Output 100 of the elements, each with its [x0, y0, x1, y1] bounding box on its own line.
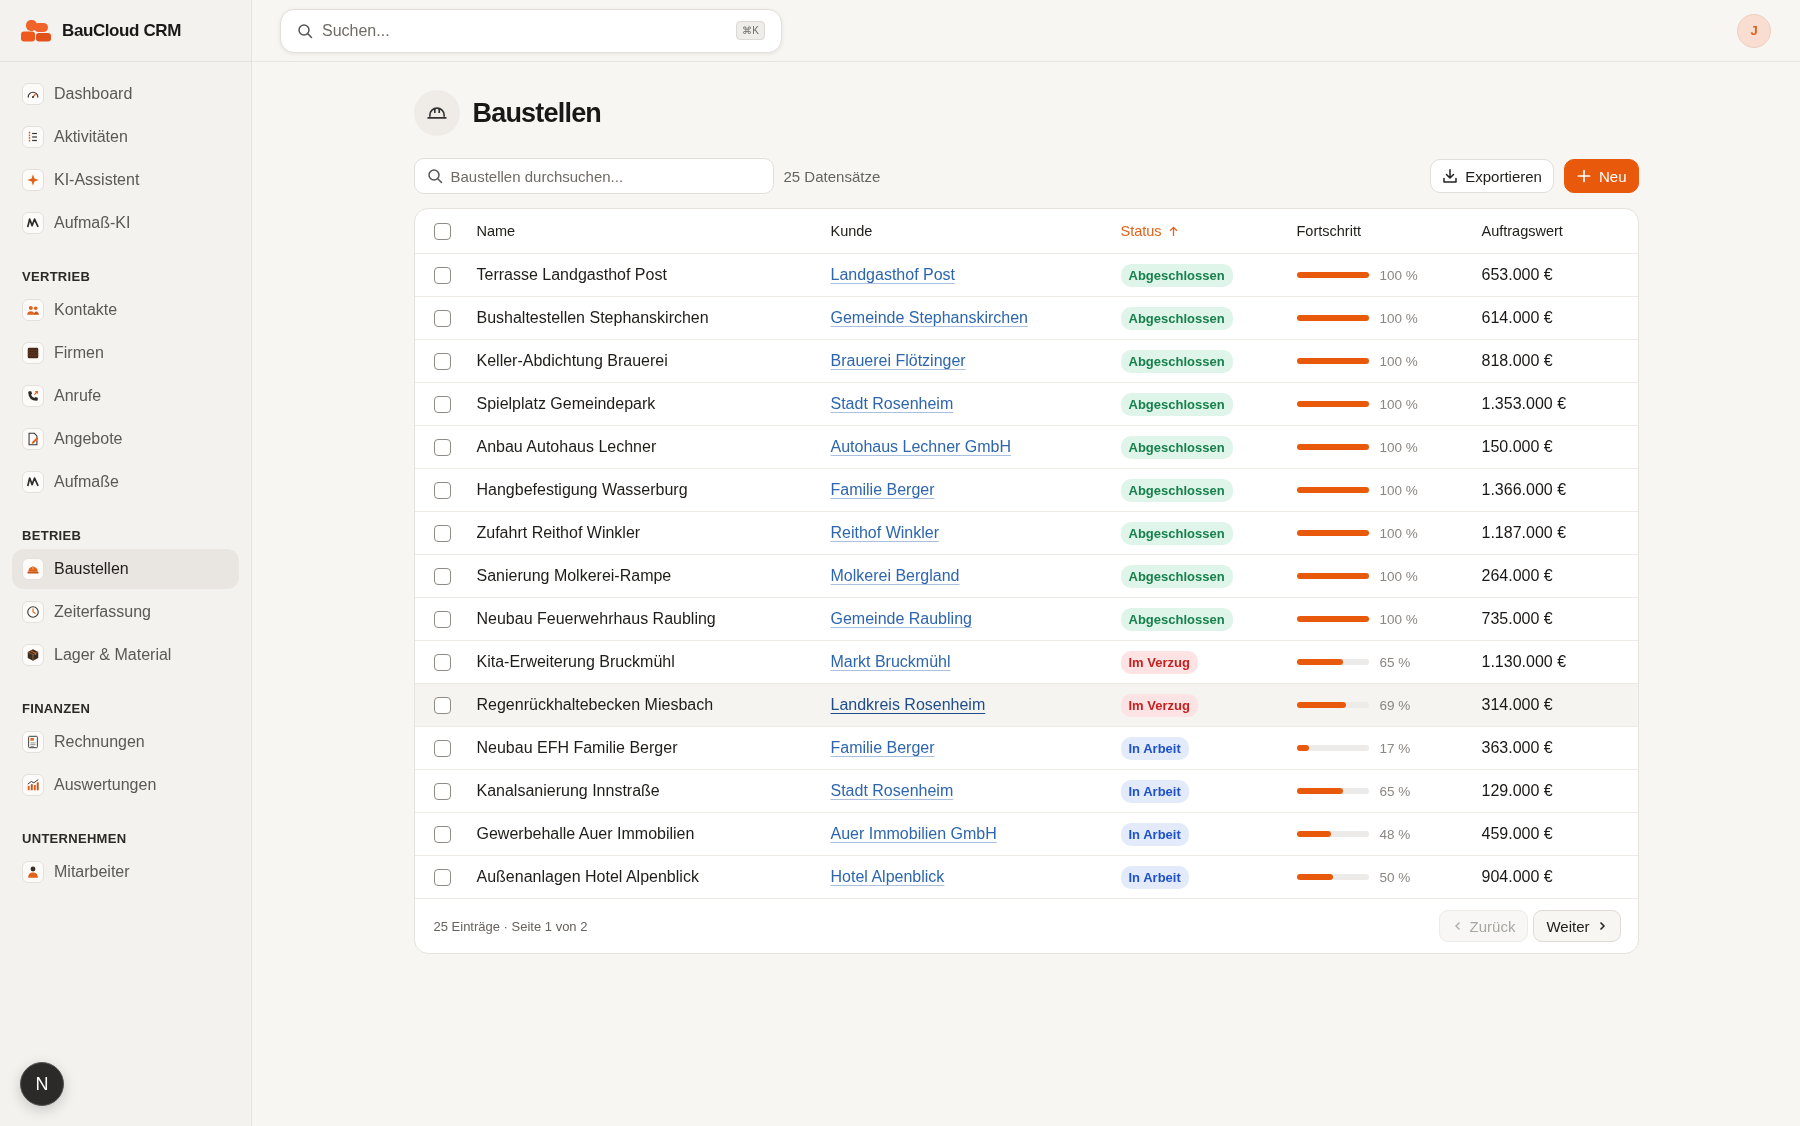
- checkbox[interactable]: [433, 524, 451, 542]
- order-value: 459.000 €: [1481, 825, 1553, 843]
- checkbox[interactable]: [433, 438, 451, 456]
- column-header[interactable]: Fortschritt: [1296, 223, 1361, 239]
- column-header[interactable]: Status: [1120, 223, 1179, 239]
- zigzag-icon: [22, 471, 44, 493]
- customer-link[interactable]: Stadt Rosenheim: [830, 395, 954, 413]
- project-name: Terrasse Landgasthof Post: [476, 266, 667, 284]
- zigzag-icon: [22, 212, 44, 234]
- sidebar-item[interactable]: Auswertungen: [12, 765, 239, 805]
- checkbox[interactable]: [433, 868, 451, 886]
- table-row[interactable]: Zufahrt Reithof Winkler Reithof Winkler Abgeschlossen 100 % 1.187.000 €: [414, 511, 1638, 554]
- checkbox[interactable]: [433, 395, 451, 413]
- order-value: 735.000 €: [1481, 610, 1553, 628]
- customer-link[interactable]: Gemeinde Raubling: [830, 610, 972, 628]
- export-button[interactable]: Exportieren: [1430, 159, 1554, 193]
- customer-link[interactable]: Familie Berger: [830, 739, 935, 757]
- table-row[interactable]: Spielplatz Gemeindepark Stadt Rosenheim Abgeschlossen 100 % 1.353.000 €: [414, 382, 1638, 425]
- table-row[interactable]: Außenanlagen Hotel Alpenblick Hotel Alpenblick In Arbeit 50 % 904.000 €: [414, 855, 1638, 898]
- checkbox[interactable]: [433, 825, 451, 843]
- sidebar-item[interactable]: Dashboard: [12, 74, 239, 114]
- sidebar-item[interactable]: Angebote: [12, 419, 239, 459]
- section-heading: BETRIEB: [21, 527, 82, 545]
- sidebar-item[interactable]: KI-Assistent: [12, 160, 239, 200]
- order-value: 363.000 €: [1481, 739, 1553, 757]
- document-edit-icon: [22, 428, 44, 450]
- sidebar-item[interactable]: Kontakte: [12, 290, 239, 330]
- checkbox[interactable]: [433, 653, 451, 671]
- table-row[interactable]: Neubau EFH Familie Berger Familie Berger In Arbeit 17 % 363.000 €: [414, 726, 1638, 769]
- status-badge: Abgeschlossen: [1120, 521, 1233, 545]
- sidebar-item[interactable]: Firmen: [12, 333, 239, 373]
- customer-link[interactable]: Gemeinde Stephanskirchen: [830, 309, 1028, 327]
- checkbox[interactable]: [433, 352, 451, 370]
- sidebar-item[interactable]: Anrufe: [12, 376, 239, 416]
- customer-link[interactable]: Brauerei Flötzinger: [830, 352, 966, 370]
- arrow-up-icon: [1167, 225, 1179, 237]
- checkbox[interactable]: [433, 266, 451, 284]
- sidebar-item[interactable]: Rechnungen: [12, 722, 239, 762]
- table-row[interactable]: Sanierung Molkerei-Rampe Molkerei Bergland Abgeschlossen 100 % 264.000 €: [414, 554, 1638, 597]
- sidebar-item[interactable]: Lager & Material: [12, 635, 239, 675]
- table-row[interactable]: Kanalsanierung Innstraße Stadt Rosenheim In Arbeit 65 % 129.000 €: [414, 769, 1638, 812]
- table-row[interactable]: Terrasse Landgasthof Post Landgasthof Post Abgeschlossen 100 % 653.000 €: [414, 253, 1638, 296]
- table-row[interactable]: Keller-Abdichtung Brauerei Brauerei Flötzinger Abgeschlossen 100 % 818.000 €: [414, 339, 1638, 382]
- dev-tools-button[interactable]: N: [20, 1062, 64, 1106]
- brand-name: BauCloud CRM: [62, 20, 181, 41]
- checkbox[interactable]: [433, 309, 451, 327]
- bar-chart-icon: [22, 774, 44, 796]
- sidebar-item[interactable]: Aufmaß-KI: [12, 203, 239, 243]
- phone-icon: [22, 385, 44, 407]
- customer-link[interactable]: Markt Bruckmühl: [830, 653, 951, 671]
- checkbox[interactable]: [433, 610, 451, 628]
- sidebar-item[interactable]: Baustellen: [12, 549, 239, 589]
- customer-link[interactable]: Stadt Rosenheim: [830, 782, 954, 800]
- column-header[interactable]: Name: [476, 223, 516, 239]
- table-row[interactable]: Anbau Autohaus Lechner Autohaus Lechner GmbH Abgeschlossen 100 % 150.000 €: [414, 425, 1638, 468]
- order-value: 1.130.000 €: [1481, 653, 1567, 671]
- project-name: Kita-Erweiterung Bruckmühl: [476, 653, 675, 671]
- status-badge: Im Verzug: [1120, 650, 1198, 674]
- customer-link[interactable]: Hotel Alpenblick: [830, 868, 945, 886]
- checkbox[interactable]: [433, 567, 451, 585]
- customer-link[interactable]: Familie Berger: [830, 481, 935, 499]
- project-name: Sanierung Molkerei-Rampe: [476, 567, 672, 585]
- column-header[interactable]: Kunde: [830, 223, 873, 239]
- table-row[interactable]: Gewerbehalle Auer Immobilien Auer Immobilien GmbH In Arbeit 48 % 459.000 €: [414, 812, 1638, 855]
- table-row[interactable]: Neubau Feuerwehrhaus Raubling Gemeinde Raubling Abgeschlossen 100 % 735.000 €: [414, 597, 1638, 640]
- customer-link[interactable]: Landgasthof Post: [830, 266, 956, 284]
- sidebar-item[interactable]: Aktivitäten: [12, 117, 239, 157]
- table-row[interactable]: Regenrückhaltebecken Miesbach Landkreis Rosenheim Im Verzug 69 % 314.000 €: [414, 683, 1638, 726]
- project-name: Hangbefestigung Wasserburg: [476, 481, 688, 499]
- sidebar-item[interactable]: Aufmaße: [12, 462, 239, 502]
- customer-link[interactable]: Landkreis Rosenheim: [830, 696, 986, 714]
- checkbox[interactable]: [433, 222, 451, 240]
- people-icon: [22, 299, 44, 321]
- customer-link[interactable]: Auer Immobilien GmbH: [830, 825, 997, 843]
- sidebar-item[interactable]: Zeiterfassung: [12, 592, 239, 632]
- customer-link[interactable]: Reithof Winkler: [830, 524, 939, 542]
- checkbox[interactable]: [433, 782, 451, 800]
- progress-reading: 50 %: [1379, 869, 1411, 885]
- sparkle-icon: [22, 169, 44, 191]
- customer-link[interactable]: Autohaus Lechner GmbH: [830, 438, 1012, 456]
- search-field[interactable]: Baustellen durchsuchen...: [413, 158, 774, 194]
- progress-reading: 100 %: [1379, 482, 1418, 498]
- checkbox[interactable]: [433, 696, 451, 714]
- list-icon: [22, 126, 44, 148]
- table-row[interactable]: Bushaltestellen Stephanskirchen Gemeinde Stephanskirchen Abgeschlossen 100 % 614.000 €: [414, 296, 1638, 339]
- checkbox[interactable]: [433, 739, 451, 757]
- hard-hat-icon: [22, 558, 44, 580]
- column-header[interactable]: Auftragswert: [1481, 223, 1563, 239]
- shortcut-key: ⌘K: [736, 21, 765, 40]
- next-page-button[interactable]: Weiter: [1533, 910, 1621, 942]
- table-row[interactable]: Hangbefestigung Wasserburg Familie Berger Abgeschlossen 100 % 1.366.000 €: [414, 468, 1638, 511]
- customer-link[interactable]: Molkerei Bergland: [830, 567, 960, 585]
- search-field[interactable]: Suchen... ⌘K: [280, 8, 782, 53]
- status-badge: Abgeschlossen: [1120, 392, 1233, 416]
- new-button[interactable]: Neu: [1563, 159, 1639, 193]
- checkbox[interactable]: [433, 481, 451, 499]
- project-name: Neubau Feuerwehrhaus Raubling: [476, 610, 716, 628]
- order-value: 653.000 €: [1481, 266, 1553, 284]
- sidebar-item[interactable]: Mitarbeiter: [12, 852, 239, 892]
- order-value: 314.000 €: [1481, 696, 1553, 714]
